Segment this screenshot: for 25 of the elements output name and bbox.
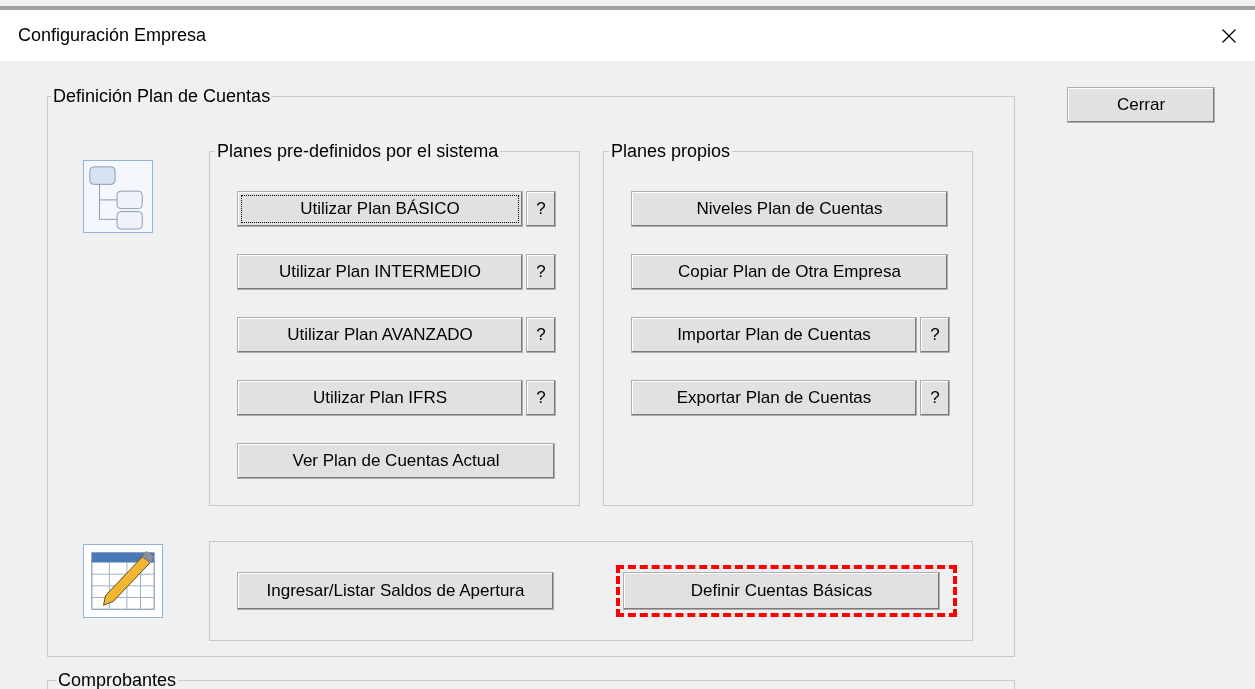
hierarchy-icon (83, 160, 153, 233)
plan-button[interactable]: Importar Plan de Cuentas (631, 317, 917, 353)
help-button[interactable]: ? (526, 380, 556, 416)
group-title: Planes propios (610, 140, 732, 163)
close-button[interactable]: Cerrar (1067, 87, 1215, 123)
window-title: Configuración Empresa (18, 24, 207, 47)
action-button[interactable]: Definir Cuentas Básicas (623, 572, 940, 610)
plan-button[interactable]: Utilizar Plan AVANZADO (237, 317, 523, 353)
action-button[interactable]: Ingresar/Listar Saldos de Apertura (237, 572, 554, 610)
table-edit-icon (83, 544, 163, 618)
group-title: Comprobantes (57, 669, 178, 689)
plan-button[interactable]: Exportar Plan de Cuentas (631, 380, 917, 416)
help-button[interactable]: ? (526, 317, 556, 353)
group-title: Planes pre-definidos por el sistema (216, 140, 500, 163)
plan-button[interactable]: Copiar Plan de Otra Empresa (631, 254, 948, 290)
plan-button[interactable]: Niveles Plan de Cuentas (631, 191, 948, 227)
help-button[interactable]: ? (920, 380, 950, 416)
help-button[interactable]: ? (526, 191, 556, 227)
help-button[interactable]: ? (920, 317, 950, 353)
help-button[interactable]: ? (526, 254, 556, 290)
plan-button[interactable]: Ver Plan de Cuentas Actual (237, 443, 555, 479)
plan-button[interactable]: Utilizar Plan BÁSICO (237, 191, 523, 227)
plan-button[interactable]: Utilizar Plan INTERMEDIO (237, 254, 523, 290)
group-title: Definición Plan de Cuentas (52, 85, 272, 108)
plan-button[interactable]: Utilizar Plan IFRS (237, 380, 523, 416)
